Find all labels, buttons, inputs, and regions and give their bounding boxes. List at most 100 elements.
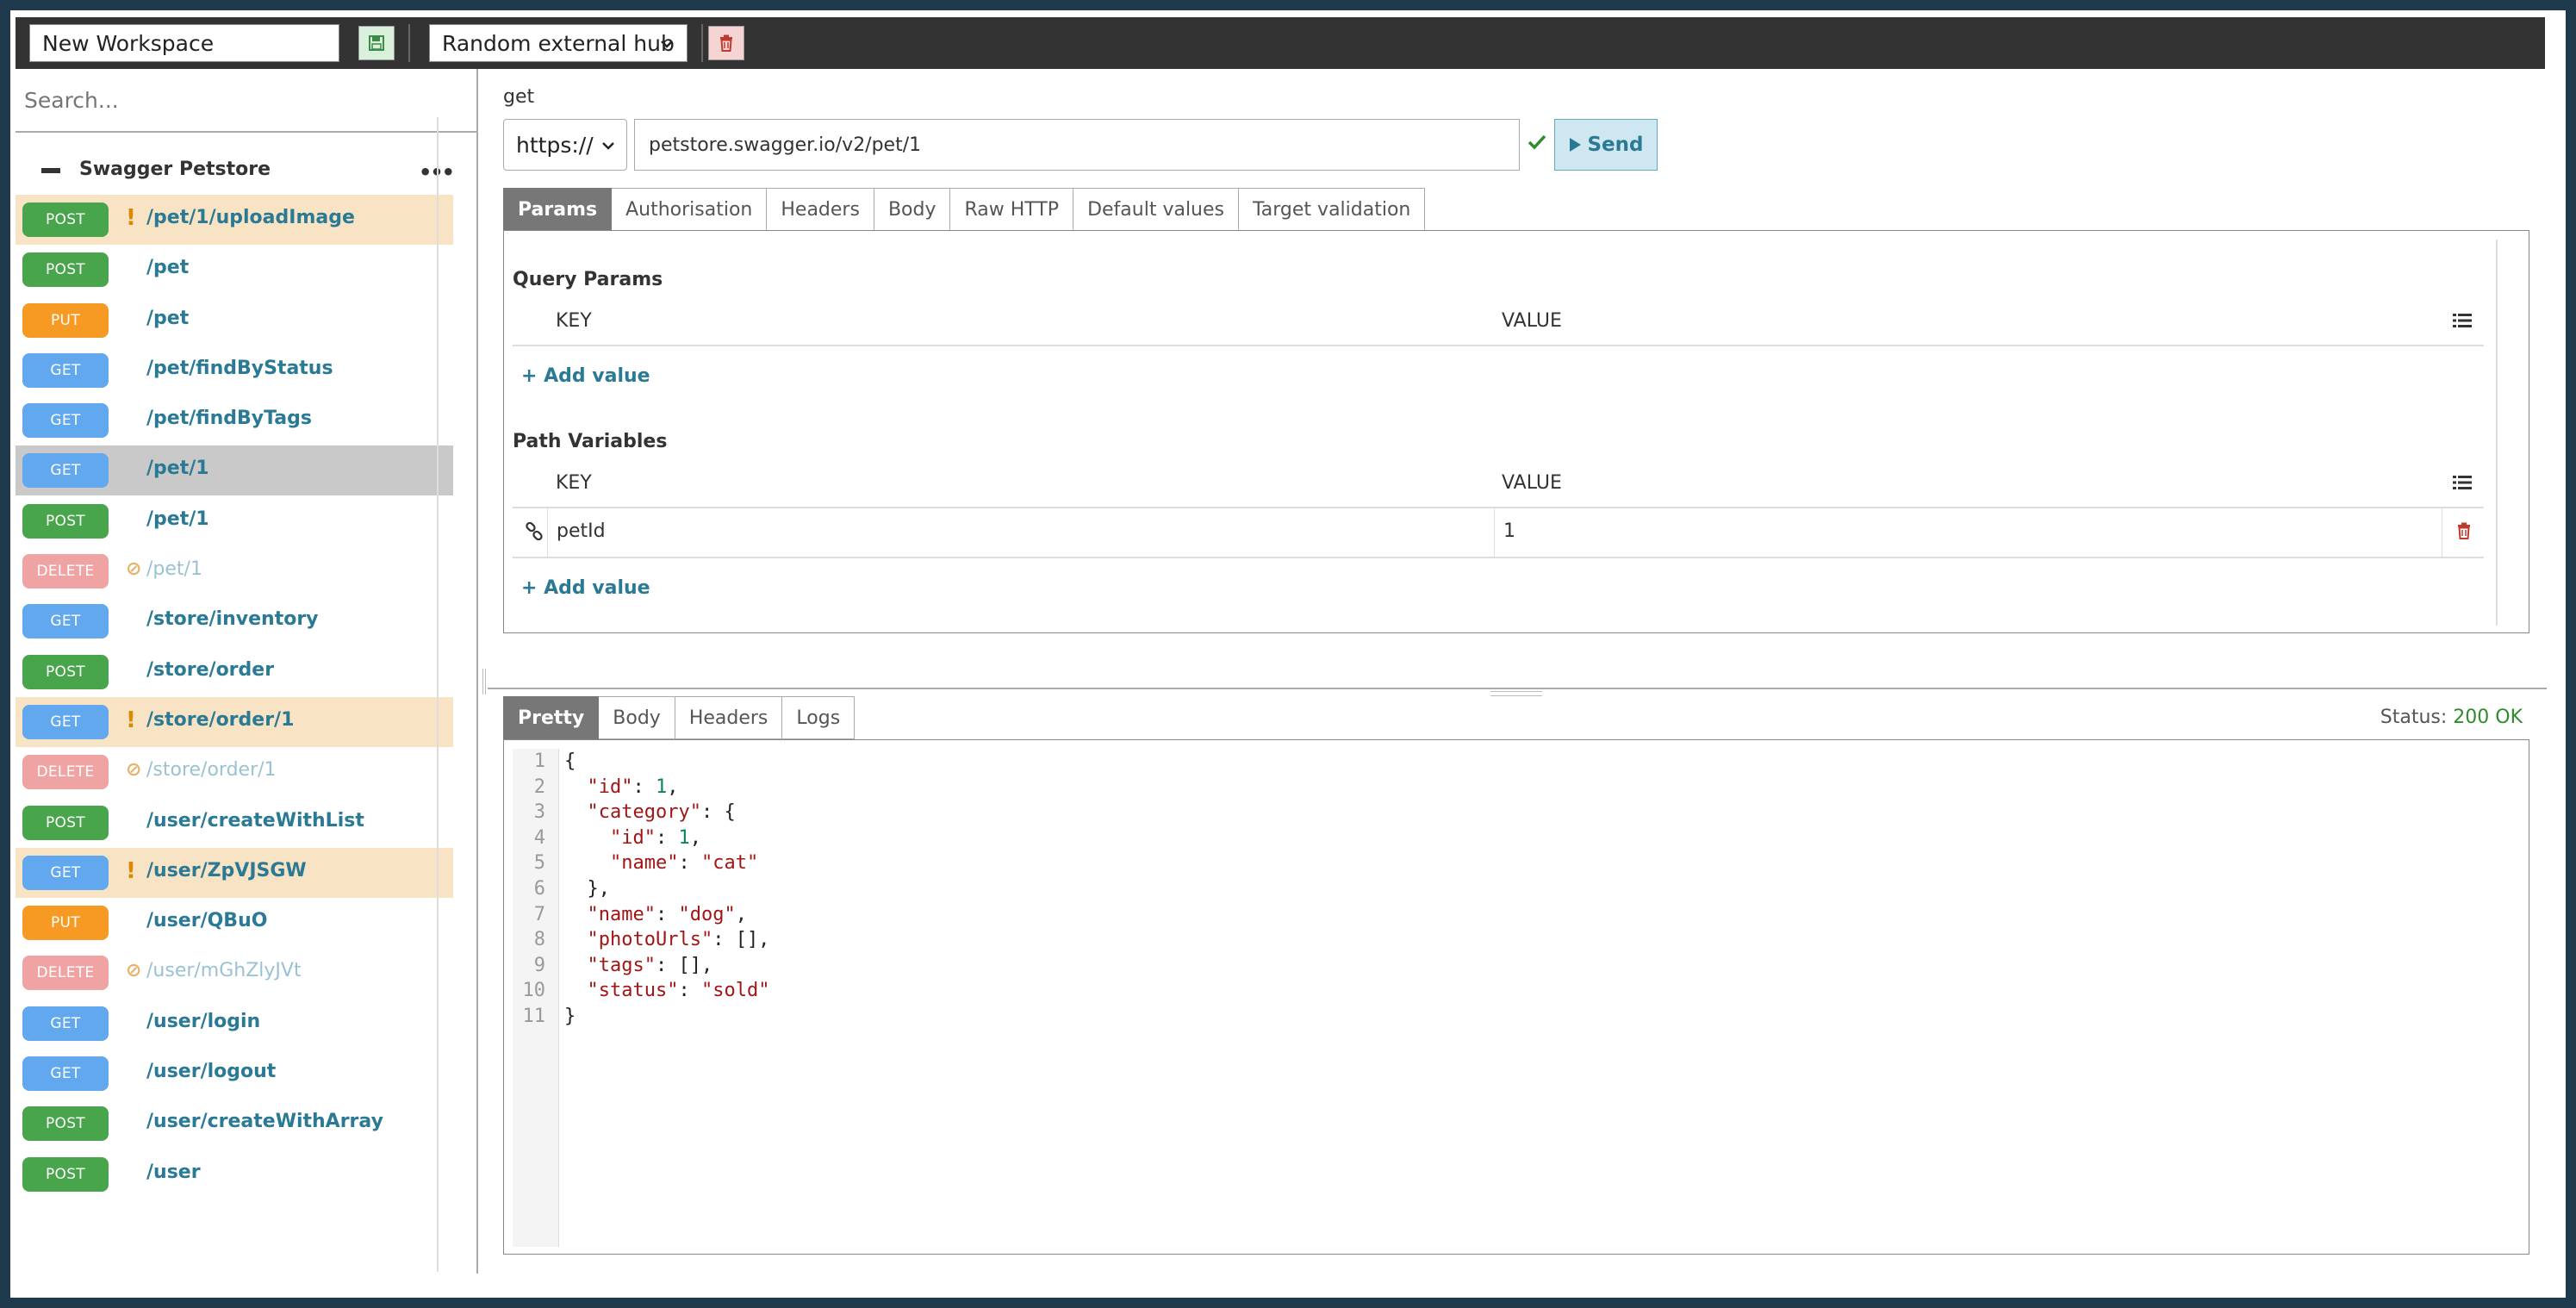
endpoint-item[interactable]: GET/store/inventory	[16, 596, 453, 646]
endpoint-path: /store/order	[146, 658, 275, 681]
method-badge: GET	[22, 453, 109, 489]
sidebar-resize-handle[interactable]	[482, 669, 486, 694]
collection-header[interactable]: Swagger Petstore •••	[16, 150, 455, 193]
endpoint-item[interactable]: PUT/user/QBuO	[16, 898, 453, 948]
endpoint-item[interactable]: POST! /pet/1/uploadImage	[16, 195, 453, 245]
endpoint-item[interactable]: GET/user/logout	[16, 1049, 453, 1099]
endpoint-item[interactable]: GET/pet/findByTags	[16, 396, 453, 445]
splitter-grip[interactable]	[1490, 691, 1542, 696]
response-tab-pretty[interactable]: Pretty	[503, 696, 600, 739]
request-tabs: Params Authorisation Headers Body Raw HTTP De…	[503, 188, 1426, 231]
endpoint-item[interactable]: POST/user/createWithList	[16, 798, 453, 848]
code-line: 11}	[504, 1004, 769, 1030]
line-number: 5	[533, 852, 545, 875]
request-tab-headers[interactable]: Headers	[767, 188, 874, 231]
save-workspace-button[interactable]	[358, 26, 395, 60]
endpoint-item[interactable]: GET/pet/1	[16, 445, 453, 496]
endpoint-item[interactable]: DELETE ⊘/pet/1	[16, 546, 453, 596]
chevron-down-icon	[661, 40, 673, 48]
code-line: 2 "id": 1,	[504, 775, 769, 800]
endpoint-path: /pet/1	[146, 508, 209, 530]
endpoint-item[interactable]: POST/user	[16, 1149, 453, 1199]
endpoint-item[interactable]: POST/store/order	[16, 647, 453, 697]
check-icon	[1528, 134, 1546, 150]
endpoint-item[interactable]: POST/pet	[16, 245, 453, 295]
delete-workspace-button[interactable]	[708, 26, 744, 60]
endpoint-item[interactable]: DELETE ⊘/store/order/1	[16, 747, 453, 797]
code-line: 4 "id": 1,	[504, 825, 769, 851]
endpoint-item[interactable]: GET/user/login	[16, 999, 453, 1049]
response-tab-headers[interactable]: Headers	[675, 696, 783, 739]
plus-icon: +	[521, 577, 538, 599]
ban-icon: ⊘	[126, 960, 142, 982]
status-label: Status:	[2380, 707, 2448, 728]
line-number: 2	[533, 775, 545, 798]
path-variable-value[interactable]: 1	[1495, 508, 2442, 557]
response-tabs: Pretty Body Headers Logs	[503, 696, 856, 739]
response-tab-logs[interactable]: Logs	[782, 696, 856, 739]
endpoint-path: /pet/1	[146, 558, 202, 581]
endpoint-path: /pet/findByTags	[146, 408, 312, 430]
trash-icon[interactable]	[2456, 522, 2472, 539]
request-tab-body[interactable]: Body	[874, 188, 951, 231]
request-tab-params[interactable]: Params	[503, 188, 613, 231]
add-query-param-button[interactable]: + Add value	[521, 365, 650, 387]
endpoint-path: /pet	[146, 307, 190, 329]
list-icon[interactable]	[2453, 474, 2472, 491]
scrollbar[interactable]	[2496, 240, 2498, 626]
endpoint-item[interactable]: GET! /user/ZpVJSGW	[16, 847, 453, 898]
endpoint-item[interactable]: GET! /store/order/1	[16, 696, 453, 747]
response-tab-body[interactable]: Body	[599, 696, 675, 739]
request-tab-raw-http[interactable]: Raw HTTP	[950, 188, 1074, 231]
path-variable-key[interactable]: petId	[547, 508, 1495, 557]
query-params-header: KEY VALUE	[513, 298, 2484, 346]
code-text: {	[564, 751, 576, 772]
endpoint-item[interactable]: POST/user/createWithArray	[16, 1099, 453, 1149]
pane-splitter[interactable]	[488, 688, 2547, 689]
send-button[interactable]: Send	[1554, 119, 1658, 171]
key-column-header: KEY	[556, 472, 592, 494]
list-icon[interactable]	[2453, 312, 2472, 329]
method-badge: GET	[22, 352, 109, 388]
collapse-icon[interactable]	[41, 168, 60, 173]
add-value-label: Add value	[544, 577, 650, 599]
method-badge: DELETE	[22, 956, 109, 991]
method-badge: GET	[22, 1006, 109, 1041]
endpoint-item[interactable]: PUT/pet	[16, 296, 453, 346]
request-tab-default-values[interactable]: Default values	[1073, 188, 1239, 231]
code-line: 6 },	[504, 876, 769, 902]
endpoint-path: /user	[146, 1161, 201, 1183]
code-line: 8 "photoUrls": [],	[504, 927, 770, 953]
endpoint-item[interactable]: POST/pet/1	[16, 496, 453, 546]
method-badge: POST	[22, 1106, 109, 1142]
toolbar-separator	[701, 24, 703, 62]
exclamation-icon: !	[126, 707, 136, 733]
path-variables-header: KEY VALUE	[513, 460, 2484, 508]
code-text: "name": "cat"	[609, 852, 759, 875]
endpoint-item[interactable]: GET/pet/findByStatus	[16, 346, 453, 396]
request-tab-target-validation[interactable]: Target validation	[1239, 188, 1426, 231]
path-variables-title: Path Variables	[513, 431, 668, 452]
add-path-variable-button[interactable]: + Add value	[521, 577, 650, 599]
endpoint-item[interactable]: DELETE ⊘/user/mGhZlyJVt	[16, 948, 453, 998]
protocol-value: https://	[516, 132, 594, 158]
value-column-header: VALUE	[1502, 472, 1562, 494]
code-text: "photoUrls": [],	[587, 929, 770, 951]
url-input[interactable]	[634, 119, 1520, 171]
line-number: 3	[533, 801, 545, 824]
search-input[interactable]	[16, 69, 477, 133]
line-number: 10	[522, 980, 546, 1002]
floppy-disk-icon	[369, 35, 384, 51]
workspace-name-input[interactable]	[29, 24, 339, 62]
method-badge: POST	[22, 1156, 109, 1192]
code-line: 3 "category": {	[504, 800, 769, 825]
code-text: "id": 1,	[587, 775, 679, 798]
protocol-select[interactable]: https://	[503, 119, 627, 171]
trash-icon	[720, 34, 732, 52]
hub-select[interactable]: Random external hub	[429, 24, 688, 62]
ban-icon: ⊘	[126, 759, 142, 782]
request-tab-authorisation[interactable]: Authorisation	[612, 188, 768, 231]
exclamation-icon: !	[126, 205, 136, 231]
method-badge: GET	[22, 704, 109, 739]
code-line: 1{	[504, 749, 769, 775]
